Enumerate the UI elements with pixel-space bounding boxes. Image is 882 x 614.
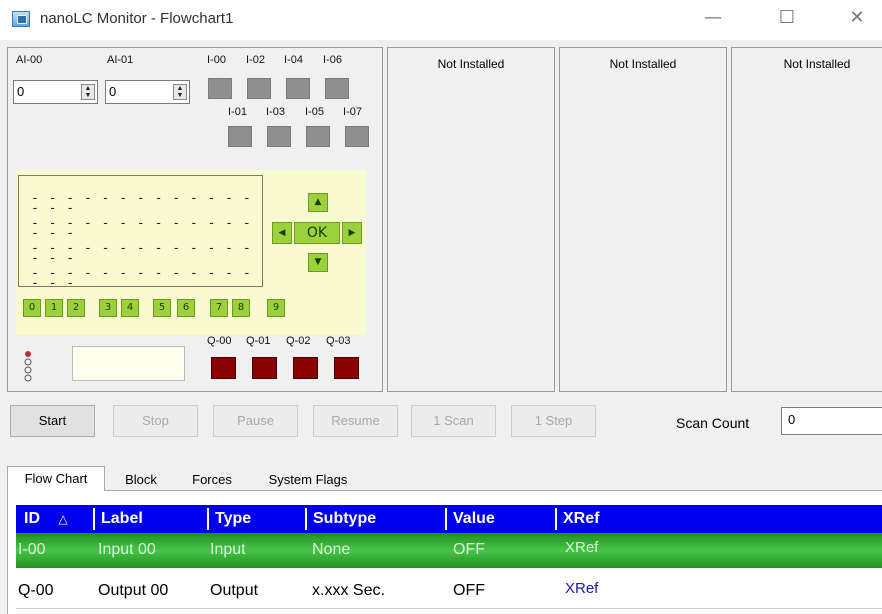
input-label: I-03 [266, 106, 285, 118]
resume-button[interactable]: Resume [313, 405, 398, 437]
cell-id: Q-00 [18, 582, 54, 599]
close-button[interactable]: ✕ [834, 4, 880, 34]
one-scan-button[interactable]: 1 Scan [411, 405, 496, 437]
tab-forces[interactable]: Forces [178, 468, 246, 493]
sort-ascending-icon: △ [58, 512, 68, 526]
ai-01-value: 0 [109, 84, 117, 99]
expansion-status: Not Installed [783, 57, 851, 71]
minimize-button[interactable]: — [690, 4, 736, 34]
input-indicator-i-03[interactable] [267, 126, 291, 147]
num-key-4[interactable]: 4 [121, 299, 139, 317]
column-header-label[interactable]: Label [93, 508, 207, 530]
output-label: Q-02 [286, 335, 311, 347]
ai-01-spinner[interactable]: 0 ▲ ▼ [105, 80, 190, 104]
input-indicator-i-02[interactable] [247, 78, 271, 99]
title-bar: nanoLC Monitor - Flowchart1 — ☐ ✕ [0, 0, 882, 40]
output-label: Q-00 [207, 335, 232, 347]
num-key-6[interactable]: 6 [177, 299, 195, 317]
expansion-panel-3: Not Installed [731, 47, 882, 392]
column-header-value[interactable]: Value [445, 508, 555, 530]
input-label: I-05 [305, 106, 324, 118]
num-key-3[interactable]: 3 [99, 299, 117, 317]
cell-label: Input 00 [98, 541, 156, 558]
input-label: I-04 [284, 54, 303, 66]
column-header-id[interactable]: ID △ [16, 508, 93, 530]
app-icon [12, 11, 30, 27]
output-indicator-q-01[interactable] [252, 357, 277, 379]
table-row[interactable]: Q-00 Output 00 Output x.xxx Sec. OFF XRe… [16, 574, 882, 609]
expansion-panel-1: Not Installed [387, 47, 555, 392]
down-arrow-button[interactable]: ▼ [308, 253, 328, 272]
grid-header: ID △ Label Type Subtype Value XRef [16, 505, 882, 533]
up-arrow-button[interactable]: ▲ [308, 193, 328, 212]
cell-subtype: None [312, 541, 351, 558]
input-indicator-i-00[interactable] [208, 78, 232, 99]
pause-button[interactable]: Pause [213, 405, 298, 437]
column-header-subtype[interactable]: Subtype [305, 508, 445, 530]
input-label: I-06 [323, 54, 342, 66]
table-row[interactable]: I-00 Input 00 Input None OFF XRef [16, 533, 882, 568]
left-arrow-button[interactable]: ◀ [272, 222, 292, 244]
input-indicator-i-07[interactable] [345, 126, 369, 147]
input-indicator-i-06[interactable] [325, 78, 349, 99]
num-key-1[interactable]: 1 [45, 299, 63, 317]
cell-value: OFF [453, 582, 485, 599]
one-step-button[interactable]: 1 Step [511, 405, 596, 437]
input-label: I-07 [343, 106, 362, 118]
input-indicator-i-01[interactable] [228, 126, 252, 147]
cell-subtype: x.xxx Sec. [312, 582, 385, 599]
expansion-status: Not Installed [437, 57, 505, 71]
start-button[interactable]: Start [10, 405, 95, 437]
output-label: Q-01 [246, 335, 271, 347]
input-label: I-00 [207, 54, 226, 66]
window-title: nanoLC Monitor - Flowchart1 [40, 10, 234, 27]
ai-00-value: 0 [17, 84, 25, 99]
run-status-icon [24, 350, 32, 382]
num-key-5[interactable]: 5 [153, 299, 171, 317]
lcd-display: - - - - - - - - - - - - - - - - - - - - … [18, 175, 263, 290]
ai-01-label: AI-01 [107, 54, 134, 66]
spin-arrows-icon[interactable]: ▲ ▼ [81, 84, 95, 100]
input-indicator-i-05[interactable] [306, 126, 330, 147]
num-key-9[interactable]: 9 [267, 299, 285, 317]
maximize-button[interactable]: ☐ [764, 4, 810, 34]
cell-label: Output 00 [98, 582, 169, 599]
num-key-2[interactable]: 2 [67, 299, 85, 317]
num-key-8[interactable]: 8 [232, 299, 250, 317]
input-label: I-02 [246, 54, 265, 66]
cell-type: Output [210, 582, 259, 599]
message-box [72, 346, 185, 381]
input-label: I-01 [228, 106, 247, 118]
tab-system-flags[interactable]: System Flags [250, 468, 366, 493]
tab-flow-chart[interactable]: Flow Chart [7, 466, 105, 491]
expansion-panel-2: Not Installed [559, 47, 727, 392]
ok-button[interactable]: OK [294, 222, 340, 244]
output-indicator-q-02[interactable] [293, 357, 318, 379]
xref-link[interactable]: XRef [565, 580, 598, 597]
right-arrow-button[interactable]: ▶ [342, 222, 362, 244]
cell-value: OFF [453, 541, 485, 558]
output-indicator-q-00[interactable] [211, 357, 236, 379]
expansion-status: Not Installed [609, 57, 677, 71]
cell-type: Input [210, 541, 246, 558]
column-header-xref[interactable]: XRef [555, 508, 675, 530]
scan-count-field: 0 [781, 407, 882, 435]
ai-00-spinner[interactable]: 0 ▲ ▼ [13, 80, 98, 104]
column-header-type[interactable]: Type [207, 508, 305, 530]
scan-count-label: Scan Count [676, 415, 750, 431]
output-indicator-q-03[interactable] [334, 357, 359, 379]
output-label: Q-03 [326, 335, 351, 347]
tab-block[interactable]: Block [110, 468, 172, 493]
ai-00-label: AI-00 [16, 54, 43, 66]
cell-id: I-00 [18, 541, 46, 558]
xref-link[interactable]: XRef [565, 539, 598, 556]
stop-button[interactable]: Stop [113, 405, 198, 437]
spin-arrows-icon[interactable]: ▲ ▼ [173, 84, 187, 100]
num-key-7[interactable]: 7 [210, 299, 228, 317]
num-key-0[interactable]: 0 [23, 299, 41, 317]
input-indicator-i-04[interactable] [286, 78, 310, 99]
